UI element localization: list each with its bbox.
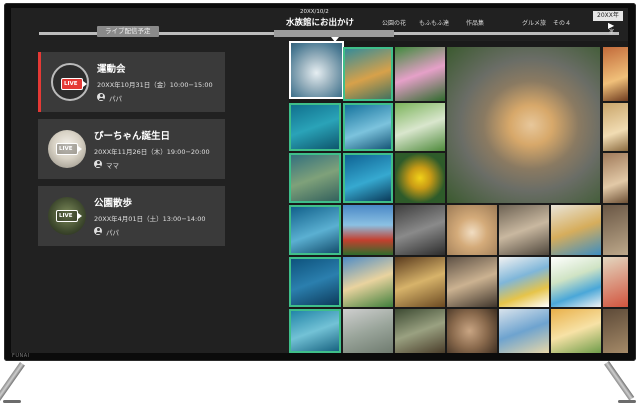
- event-thumbnail: LIVE: [48, 130, 86, 168]
- brand-logo: FUNAI: [12, 353, 30, 359]
- timeline-album-2[interactable]: 作品集: [466, 18, 484, 27]
- photo-tile[interactable]: [343, 103, 393, 151]
- photo-tile[interactable]: [343, 205, 393, 255]
- stand-foot-right: [618, 400, 636, 403]
- photo-tile[interactable]: [603, 47, 628, 101]
- photo-tile[interactable]: [343, 257, 393, 307]
- event-card-2[interactable]: LIVE 公園散歩 20XX年4月01日（土）13:00−14:00 パパ: [38, 186, 225, 246]
- photo-tile[interactable]: [343, 47, 393, 101]
- photo-grid: [289, 41, 628, 353]
- event-thumbnail: LIVE: [51, 63, 89, 101]
- photo-tile[interactable]: [395, 257, 445, 307]
- event-datetime: 20XX年11月26日（木）19:00−20:00: [94, 148, 210, 156]
- photo-tile[interactable]: [395, 309, 445, 353]
- timeline-album-3[interactable]: グルメ旅: [522, 18, 546, 27]
- photo-tile[interactable]: [551, 205, 601, 255]
- live-camera-icon: LIVE: [61, 78, 87, 90]
- user-icon: [97, 93, 105, 101]
- live-camera-icon: LIVE: [56, 143, 82, 155]
- event-user: ママ: [106, 162, 119, 170]
- stand-leg-right: [604, 361, 635, 401]
- event-card-1[interactable]: LIVE ぴーちゃん誕生日 20XX年11月26日（木）19:00−20:00 …: [38, 119, 225, 179]
- photo-tile[interactable]: [603, 205, 628, 255]
- photo-tile[interactable]: [395, 47, 445, 101]
- photo-tile[interactable]: [395, 205, 445, 255]
- event-datetime: 20XX年4月01日（土）13:00−14:00: [94, 215, 206, 223]
- photo-tile[interactable]: [395, 103, 445, 151]
- photo-tile[interactable]: [447, 257, 497, 307]
- timeline-album-0[interactable]: 公園の花: [382, 18, 406, 27]
- live-camera-icon: LIVE: [56, 210, 82, 222]
- event-card-0[interactable]: LIVE 運動会 20XX年10月31日（金）10:00−15:00 パパ: [38, 52, 225, 112]
- photo-tile[interactable]: [395, 153, 445, 203]
- photo-tile[interactable]: [289, 309, 341, 353]
- photo-tile[interactable]: [343, 153, 393, 203]
- photo-tile-featured[interactable]: [447, 47, 600, 203]
- live-schedule-badge[interactable]: ライブ配信予定: [97, 26, 159, 37]
- photo-tile[interactable]: [499, 257, 549, 307]
- photo-tile[interactable]: [289, 103, 341, 151]
- photo-tile[interactable]: [289, 257, 341, 307]
- stand-foot-left: [3, 400, 21, 403]
- photo-tile[interactable]: [603, 257, 628, 307]
- tv-screen: ライブ配信予定 20XX/10/2 水族館にお出かけ 公園の花 もふもふ達 作品…: [11, 8, 628, 353]
- photo-tile[interactable]: [499, 309, 549, 353]
- event-title: 運動会: [97, 64, 126, 75]
- photo-tile[interactable]: [447, 309, 497, 353]
- user-icon: [94, 227, 102, 235]
- event-title: ぴーちゃん誕生日: [94, 131, 171, 142]
- photo-tile[interactable]: [603, 103, 628, 151]
- photo-tile[interactable]: [289, 153, 341, 203]
- event-datetime: 20XX年10月31日（金）10:00−15:00: [97, 81, 213, 89]
- stand-leg-left: [0, 362, 25, 402]
- event-user: パパ: [106, 229, 119, 237]
- photo-tile[interactable]: [551, 309, 601, 353]
- photo-tile[interactable]: [289, 41, 344, 99]
- year-badge[interactable]: 20XX年: [593, 11, 623, 21]
- photo-tile[interactable]: [343, 309, 393, 353]
- timeline-album-4[interactable]: その４: [553, 18, 571, 27]
- event-user: パパ: [109, 95, 122, 103]
- photo-tile[interactable]: [603, 309, 628, 353]
- timeline-album-1[interactable]: もふもふ達: [419, 18, 449, 27]
- timeline-current-title[interactable]: 水族館にお出かけ: [286, 16, 354, 28]
- photo-tile[interactable]: [499, 205, 549, 255]
- photo-tile[interactable]: [603, 153, 628, 203]
- event-title: 公園散歩: [94, 198, 133, 209]
- user-icon: [94, 160, 102, 168]
- timeline-current-date: 20XX/10/2: [300, 9, 329, 15]
- timeline-current-range: [274, 30, 394, 37]
- photo-tile[interactable]: [289, 205, 341, 255]
- event-thumbnail: LIVE: [48, 197, 86, 235]
- photo-tile[interactable]: [551, 257, 601, 307]
- photo-tile[interactable]: [447, 205, 497, 255]
- timeline-next-label: 家: [609, 29, 615, 35]
